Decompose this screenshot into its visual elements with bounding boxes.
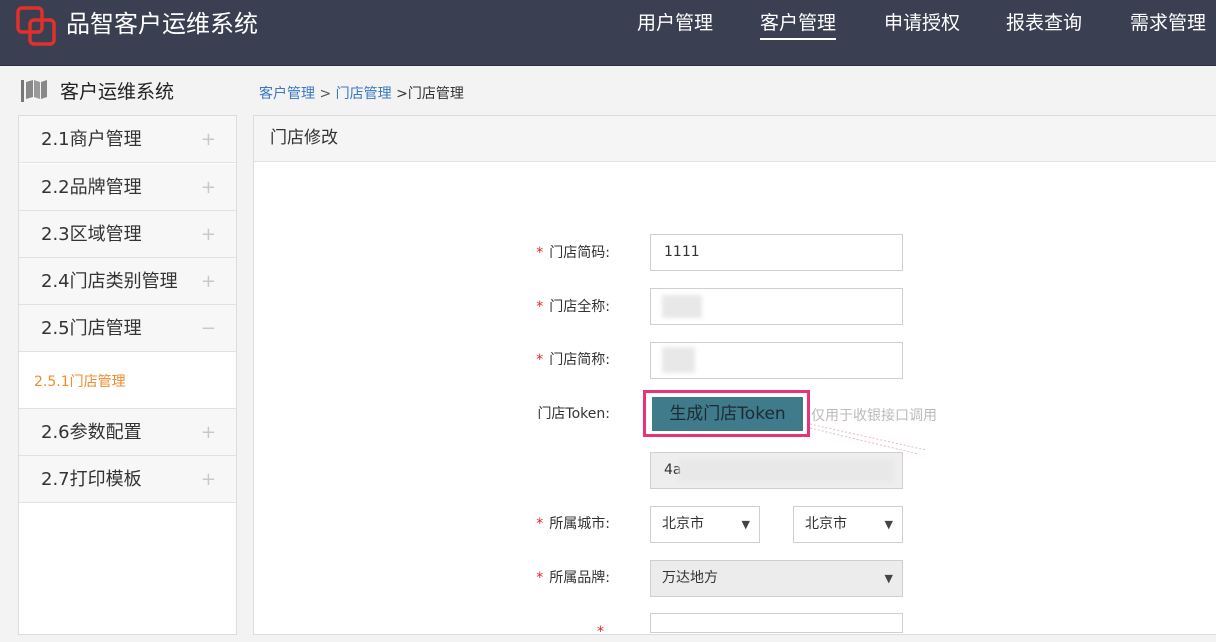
next-field-input[interactable]	[650, 613, 903, 633]
app-logo-icon	[16, 6, 56, 46]
brand-select[interactable]: 万达地方 ▼	[650, 560, 903, 597]
plus-icon: +	[200, 177, 216, 198]
caret-down-icon: ▼	[884, 572, 893, 585]
store-code-label-text: 门店简码:	[549, 245, 610, 261]
city-value: 北京市	[805, 516, 847, 532]
sidebar-item-merchant[interactable]: 2.1商户管理 +	[19, 116, 236, 163]
store-shortname-input[interactable]	[650, 342, 903, 379]
sidebar-item-label: 2.7打印模板	[41, 469, 142, 490]
province-value: 北京市	[662, 516, 704, 532]
top-bar: 品智客户运维系统 用户管理 客户管理 申请授权 报表查询 需求管理	[0, 0, 1216, 66]
province-select[interactable]: 北京市 ▼	[650, 506, 760, 543]
brand-label-text: 所属品牌:	[549, 570, 610, 586]
generate-token-button[interactable]: 生成门店Token	[652, 397, 803, 431]
plus-icon: +	[200, 422, 216, 443]
nav-requirement-management[interactable]: 需求管理	[1130, 8, 1206, 38]
required-mark: *	[536, 299, 544, 315]
sidebar-item-region[interactable]: 2.3区域管理 +	[19, 211, 236, 258]
panel-title: 门店修改	[270, 128, 338, 148]
breadcrumb-current: >门店管理	[391, 86, 464, 102]
store-token-field: 4a	[650, 452, 903, 489]
sidebar-item-label: 2.1商户管理	[41, 129, 142, 150]
sidebar-item-print-template[interactable]: 2.7打印模板 +	[19, 456, 236, 503]
sidebar-item-label: 2.2品牌管理	[41, 177, 142, 198]
city-select[interactable]: 北京市 ▼	[793, 506, 903, 543]
sidebar-item-label: 2.3区域管理	[41, 224, 142, 245]
redacted-value	[679, 460, 894, 482]
store-fullname-label: * 门店全称:	[510, 297, 610, 317]
sidebar-item-parameters[interactable]: 2.6参数配置 +	[19, 409, 236, 456]
sidebar-menu: 2.1商户管理 + 2.2品牌管理 + 2.3区域管理 + 2.4门店类别管理 …	[18, 115, 237, 635]
store-fullname-input[interactable]	[650, 288, 903, 325]
sidebar-item-label: 2.6参数配置	[41, 422, 142, 443]
sidebar-item-store-category[interactable]: 2.4门店类别管理 +	[19, 258, 236, 305]
app-title: 品智客户运维系统	[66, 10, 258, 38]
nav-apply-authorization[interactable]: 申请授权	[884, 8, 960, 38]
caret-down-icon: ▼	[741, 518, 750, 531]
store-shortname-label: * 门店简称:	[510, 350, 610, 370]
sidebar-submenu: 2.5.1门店管理	[19, 353, 236, 409]
hint-decoration	[809, 423, 927, 455]
sidebar-item-label: 2.5门店管理	[41, 318, 142, 339]
redacted-value	[662, 347, 695, 373]
store-code-input[interactable]: 1111	[650, 234, 903, 271]
plus-icon: +	[200, 271, 216, 292]
city-label-text: 所属城市:	[549, 516, 610, 532]
city-label: * 所属城市:	[510, 514, 610, 534]
nav-report-query[interactable]: 报表查询	[1006, 8, 1082, 38]
nav-customer-management[interactable]: 客户管理	[760, 8, 837, 40]
minus-icon: −	[200, 318, 216, 339]
sidebar-item-label: 2.4门店类别管理	[41, 271, 178, 292]
redacted-value	[662, 295, 702, 318]
sidebar-title: 客户运维系统	[60, 81, 175, 103]
plus-icon: +	[200, 129, 216, 150]
sidebar-item-brand[interactable]: 2.2品牌管理 +	[19, 164, 236, 211]
token-button-highlight: 生成门店Token	[643, 390, 810, 437]
store-token-label: 门店Token:	[537, 406, 610, 422]
brand-label: * 所属品牌:	[510, 568, 610, 588]
brand-value: 万达地方	[662, 570, 718, 586]
required-mark: *	[597, 624, 604, 640]
plus-icon: +	[200, 469, 216, 490]
required-mark: *	[536, 245, 544, 261]
store-fullname-label-text: 门店全称:	[549, 299, 610, 315]
next-field-label: *	[510, 622, 610, 642]
breadcrumb-customer-management[interactable]: 客户管理	[259, 86, 315, 102]
required-mark: *	[536, 352, 544, 368]
sidebar-item-store[interactable]: 2.5门店管理 −	[19, 305, 236, 352]
flag-icon	[21, 80, 47, 102]
plus-icon: +	[200, 224, 216, 245]
store-code-label: * 门店简码:	[510, 243, 610, 263]
store-shortname-label-text: 门店简称:	[549, 352, 610, 368]
breadcrumb-separator: >	[315, 86, 336, 102]
sidebar-subitem-store-management[interactable]: 2.5.1门店管理	[34, 371, 126, 391]
panel-header: 门店修改	[254, 116, 1216, 162]
breadcrumb-store-management[interactable]: 门店管理	[336, 86, 392, 102]
required-mark: *	[536, 570, 544, 586]
breadcrumb: 客户管理 > 门店管理 >门店管理	[259, 84, 464, 104]
nav-user-management[interactable]: 用户管理	[637, 8, 713, 38]
caret-down-icon: ▼	[884, 518, 893, 531]
required-mark: *	[536, 516, 544, 532]
